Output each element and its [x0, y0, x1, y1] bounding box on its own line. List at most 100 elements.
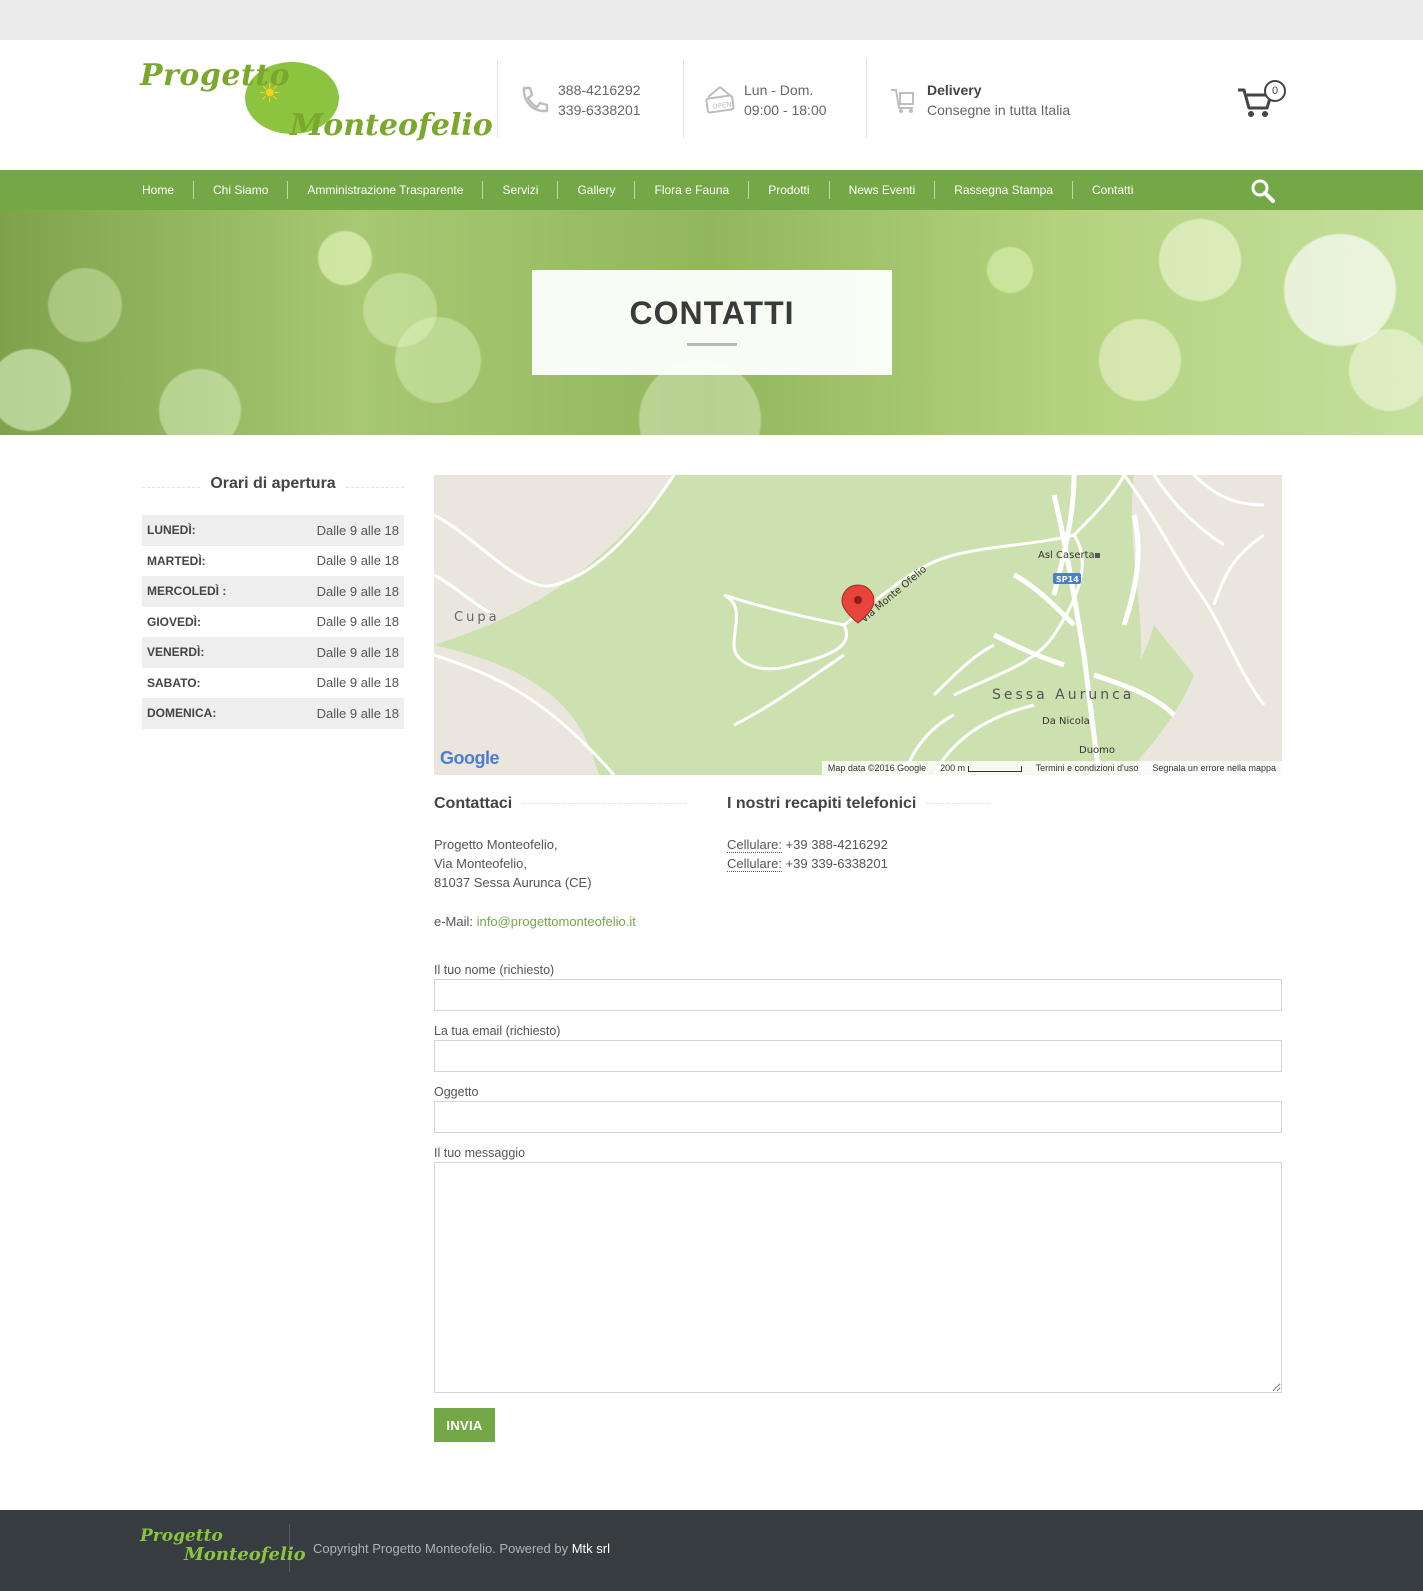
- footer-logo[interactable]: Progetto Monteofelio: [140, 1524, 306, 1572]
- phone-number-2[interactable]: +39 339-6338201: [786, 856, 888, 871]
- open-sign-icon: OPEN: [704, 84, 736, 116]
- map-terms-link[interactable]: Termini e condizioni d'uso: [1036, 763, 1139, 773]
- email-link[interactable]: info@progettomonteofelio.it: [477, 914, 636, 929]
- hours-day: VENERDÌ:: [147, 645, 205, 660]
- contact-info-column: Contattaci Progetto Monteofelio, Via Mon…: [434, 795, 694, 931]
- phone-icon: [518, 84, 550, 116]
- search-icon: [1251, 179, 1275, 203]
- nav-item-home[interactable]: Home: [140, 181, 193, 199]
- search-button[interactable]: [1250, 178, 1276, 204]
- site-header: ☀ Progetto Monteofelio 388-4216292 339-6…: [0, 40, 1423, 170]
- map-footer: Map data ©2016 Google 200 m Termini e co…: [821, 761, 1282, 775]
- hours-day: DOMENICA:: [147, 706, 217, 721]
- hours-time: Dalle 9 alle 18: [316, 583, 399, 599]
- subject-input[interactable]: [434, 1101, 1282, 1133]
- site-logo[interactable]: ☀ Progetto Monteofelio: [140, 58, 493, 152]
- page-hero-banner: CONTATTI: [0, 210, 1423, 435]
- map-label-asl: Asl Caserta: [1038, 550, 1095, 561]
- opening-hours-table: LUNEDÌ: Dalle 9 alle 18 MARTEDÌ: Dalle 9 a…: [142, 515, 404, 729]
- map-canvas[interactable]: Cupa Via Monte Ofelio Asl Caserta SP14 S…: [434, 475, 1282, 775]
- hours-row: LUNEDÌ: Dalle 9 alle 18: [142, 515, 404, 546]
- footer-logo-line1: Progetto: [140, 1526, 223, 1546]
- nav-item-flora-e-fauna[interactable]: Flora e Fauna: [634, 181, 748, 199]
- email-input[interactable]: [434, 1040, 1282, 1072]
- phone-row-2: Cellulare: +39 339-6338201: [727, 854, 997, 873]
- map-report-link[interactable]: Segnala un errore nella mappa: [1152, 763, 1276, 773]
- phones-heading: I nostri recapiti telefonici: [727, 795, 997, 817]
- hours-day: SABATO:: [147, 675, 201, 690]
- hours-row: MERCOLEDÌ : Dalle 9 alle 18: [142, 576, 404, 607]
- map-label-restaurant: Da Nicola: [1042, 716, 1090, 727]
- delivery-cart-icon: [887, 84, 919, 116]
- hours-row: SABATO: Dalle 9 alle 18: [142, 668, 404, 699]
- hours-time: Dalle 9 alle 18: [316, 522, 399, 538]
- hours-row: DOMENICA: Dalle 9 alle 18: [142, 698, 404, 729]
- map-scale-text: 200 m: [940, 763, 966, 773]
- contact-address: Progetto Monteofelio, Via Monteofelio, 8…: [434, 835, 694, 931]
- contact-heading-text: Contattaci: [434, 795, 513, 812]
- main-nav-list: Home Chi Siamo Amministrazione Trasparen…: [140, 170, 1152, 210]
- cart-count-badge: 0: [1264, 80, 1286, 102]
- nav-item-amministrazione-trasparente[interactable]: Amministrazione Trasparente: [287, 181, 482, 199]
- nav-item-servizi[interactable]: Servizi: [482, 181, 557, 199]
- phone-row-1: Cellulare: +39 388-4216292: [727, 835, 997, 854]
- nav-item-gallery[interactable]: Gallery: [557, 181, 634, 199]
- opening-hours-heading-text: Orari di apertura: [200, 475, 346, 492]
- map-label-cupa: Cupa: [454, 610, 500, 625]
- hours-time: Dalle 9 alle 18: [316, 644, 399, 660]
- header-delivery-subtitle: Consegne in tutta Italia: [927, 102, 1071, 118]
- email-field-label: La tua email (richiesto): [434, 1024, 561, 1038]
- header-hours-time: 09:00 - 18:00: [744, 102, 827, 118]
- hours-row: GIOVEDÌ: Dalle 9 alle 18: [142, 607, 404, 638]
- cart-button[interactable]: 0: [1236, 80, 1286, 120]
- map-label-sp14: SP14: [1056, 575, 1079, 584]
- powered-by-link[interactable]: Mtk srl: [572, 1541, 610, 1556]
- map-label-duomo: Duomo: [1079, 745, 1115, 756]
- hours-day: GIOVEDÌ:: [147, 614, 202, 629]
- copyright-text: Copyright Progetto Monteofelio. Powered …: [313, 1541, 569, 1556]
- hours-time: Dalle 9 alle 18: [316, 705, 399, 721]
- header-phone-text: 388-4216292 339-6338201: [558, 80, 641, 120]
- hours-time: Dalle 9 alle 18: [316, 553, 399, 569]
- header-delivery-title: Delivery: [927, 82, 982, 98]
- logo-text-line1: Progetto: [140, 58, 291, 93]
- map-attribution: Map data ©2016 Google: [827, 763, 927, 773]
- header-phone-2[interactable]: 339-6338201: [558, 100, 641, 120]
- footer-logo-line2: Monteofelio: [184, 1544, 306, 1565]
- hours-time: Dalle 9 alle 18: [316, 614, 399, 630]
- nav-item-rassegna-stampa[interactable]: Rassegna Stampa: [934, 181, 1072, 199]
- title-underline: [687, 343, 737, 346]
- hours-row: VENERDÌ: Dalle 9 alle 18: [142, 637, 404, 668]
- contact-heading: Contattaci: [434, 795, 694, 817]
- subject-label: Oggetto: [434, 1085, 479, 1099]
- nav-item-contatti[interactable]: Contatti: [1072, 181, 1152, 199]
- message-label: Il tuo messaggio: [434, 1146, 526, 1160]
- contact-form: Il tuo nome (richiesto) La tua email (ri…: [434, 962, 1282, 1442]
- phone-number-1[interactable]: +39 388-4216292: [786, 837, 888, 852]
- phones-heading-text: I nostri recapiti telefonici: [727, 795, 917, 812]
- header-phone-1[interactable]: 388-4216292: [558, 80, 641, 100]
- google-logo: Google: [440, 748, 500, 769]
- phone-info-column: I nostri recapiti telefonici Cellulare: …: [727, 795, 997, 873]
- contact-email-row: e-Mail: info@progettomonteofelio.it: [434, 912, 694, 931]
- message-textarea[interactable]: [434, 1162, 1282, 1393]
- header-delivery-block: Delivery Consegne in tutta Italia: [866, 60, 1086, 138]
- name-input[interactable]: [434, 979, 1282, 1011]
- hours-day: MERCOLEDÌ :: [147, 584, 227, 599]
- site-footer: Progetto Monteofelio Copyright Progetto …: [0, 1510, 1423, 1591]
- google-map[interactable]: Cupa Via Monte Ofelio Asl Caserta SP14 S…: [434, 475, 1282, 775]
- header-delivery-text: Delivery Consegne in tutta Italia: [927, 80, 1070, 120]
- map-scale: 200 m: [940, 763, 1022, 773]
- phone-label: Cellulare:: [727, 837, 782, 853]
- page-title-box: CONTATTI: [532, 270, 892, 375]
- nav-item-news-eventi[interactable]: News Eventi: [828, 181, 935, 199]
- main-nav: Home Chi Siamo Amministrazione Trasparen…: [0, 170, 1423, 210]
- hours-row: MARTEDÌ: Dalle 9 alle 18: [142, 546, 404, 577]
- nav-item-chi-siamo[interactable]: Chi Siamo: [193, 181, 287, 199]
- nav-item-prodotti[interactable]: Prodotti: [748, 181, 828, 199]
- submit-button[interactable]: INVIA: [434, 1408, 495, 1442]
- address-line-1: Progetto Monteofelio,: [434, 837, 558, 852]
- hours-day: LUNEDÌ:: [147, 523, 196, 538]
- logo-text-line2: Monteofelio: [290, 108, 493, 143]
- header-phone-block: 388-4216292 339-6338201: [497, 60, 684, 138]
